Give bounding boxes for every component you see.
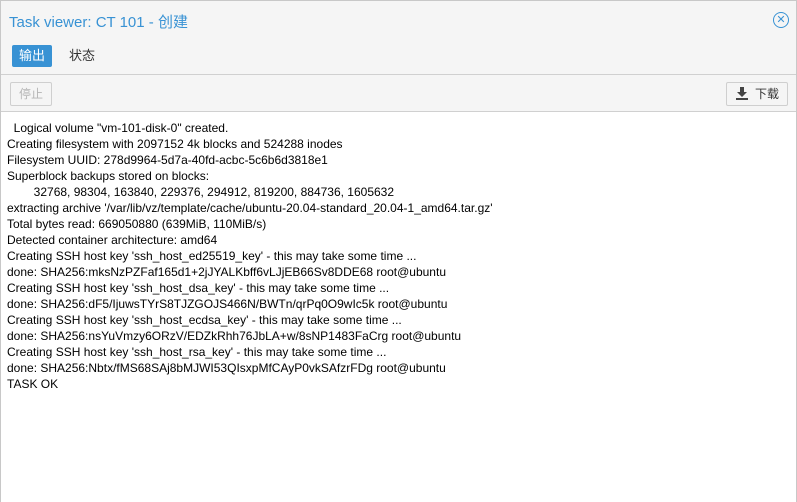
log-line: extracting archive '/var/lib/vz/template… (7, 201, 493, 215)
log-line: Detected container architecture: amd64 (7, 233, 218, 247)
log-line: done: SHA256:mksNzPZFaf165d1+2jJYALKbff6… (7, 265, 446, 279)
tab-status[interactable]: 状态 (62, 45, 102, 67)
output-panel: 停止 下载 Logical volume "vm-101-disk-0" cre… (1, 74, 796, 502)
log-line: Creating SSH host key 'ssh_host_rsa_key'… (7, 345, 387, 359)
title-bar: Task viewer: CT 101 - 创建 ✕ (1, 1, 796, 39)
download-button-label: 下载 (754, 87, 779, 101)
log-line: done: SHA256:Nbtx/fMS68SAj8bMJWI53QIsxpM… (7, 361, 446, 375)
log-line: done: SHA256:nsYuVmzy6ORzV/EDZkRhh76JbLA… (7, 329, 462, 343)
log-line: Logical volume "vm-101-disk-0" created. (7, 121, 229, 135)
log-line: Total bytes read: 669050880 (639MiB, 110… (7, 217, 267, 231)
tab-bar: 输出 状态 (1, 39, 796, 73)
download-icon (735, 87, 748, 100)
log-line: Filesystem UUID: 278d9964-5d7a-40fd-acbc… (7, 153, 328, 167)
download-button[interactable]: 下载 (725, 82, 788, 106)
log-line: TASK OK (7, 377, 59, 391)
log-line: Creating filesystem with 2097152 4k bloc… (7, 137, 343, 151)
toolbar: 停止 下载 (1, 75, 796, 112)
log-line: 32768, 98304, 163840, 229376, 294912, 81… (7, 185, 395, 199)
log-line: Superblock backups stored on blocks: (7, 169, 210, 183)
window-title: Task viewer: CT 101 - 创建 (9, 14, 188, 31)
stop-button-label: 停止 (19, 87, 44, 101)
log-line: Creating SSH host key 'ssh_host_ecdsa_ke… (7, 313, 402, 327)
log-line: done: SHA256:dF5/IjuwsTYrS8TJZGOJS466N/B… (7, 297, 448, 311)
log-line: Creating SSH host key 'ssh_host_dsa_key'… (7, 281, 390, 295)
stop-button[interactable]: 停止 (10, 82, 53, 106)
close-icon[interactable]: ✕ (773, 12, 789, 28)
tab-output[interactable]: 输出 (12, 45, 53, 67)
task-viewer-window: Task viewer: CT 101 - 创建 ✕ 输出 状态 停止 下载 L… (0, 0, 797, 502)
task-log: Logical volume "vm-101-disk-0" created. C… (7, 120, 787, 392)
log-line: Creating SSH host key 'ssh_host_ed25519_… (7, 249, 417, 263)
